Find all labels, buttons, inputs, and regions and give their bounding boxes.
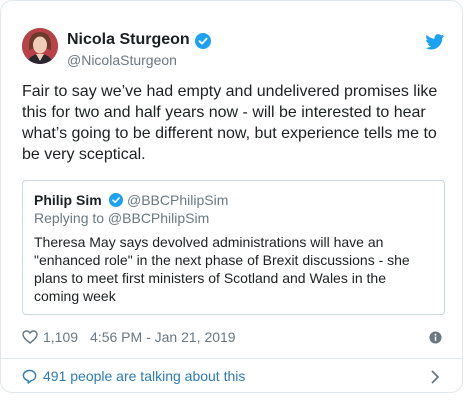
tweet-timestamp[interactable]: 4:56 PM - Jan 21, 2019 — [90, 329, 236, 345]
heart-icon[interactable] — [22, 330, 38, 344]
author-handle[interactable]: @NicolaSturgeon — [67, 52, 177, 68]
tweet-text: Fair to say we’ve had empty and undelive… — [22, 83, 438, 163]
like-count[interactable]: 1,109 — [43, 329, 78, 345]
divider — [1, 358, 462, 359]
speech-bubble-icon — [22, 369, 37, 384]
quoted-author-handle[interactable]: @BBCPhilipSim — [127, 192, 228, 208]
replying-to: Replying to @BBCPhilipSim — [34, 210, 210, 226]
tweet-meta: 1,109 4:56 PM - Jan 21, 2019 — [22, 329, 236, 345]
quoted-tweet[interactable]: Philip Sim @BBCPhilipSim Replying to @BB… — [22, 180, 445, 315]
chevron-right-icon[interactable] — [431, 370, 440, 384]
conversation-link-text[interactable]: 491 people are talking about this — [43, 368, 245, 384]
info-icon[interactable] — [429, 331, 442, 344]
avatar[interactable] — [22, 28, 58, 64]
conversation-link[interactable]: 491 people are talking about this — [22, 368, 245, 384]
embedded-tweet-card: Nicola Sturgeon @NicolaSturgeon Fair to … — [0, 0, 463, 393]
author-name[interactable]: Nicola Sturgeon — [67, 31, 190, 49]
quoted-author-name[interactable]: Philip Sim — [34, 192, 102, 208]
quoted-tweet-text: Theresa May says devolved administration… — [34, 234, 410, 304]
twitter-bird-icon[interactable] — [425, 34, 445, 50]
verified-badge-icon — [195, 33, 211, 49]
verified-badge-icon — [109, 193, 123, 207]
